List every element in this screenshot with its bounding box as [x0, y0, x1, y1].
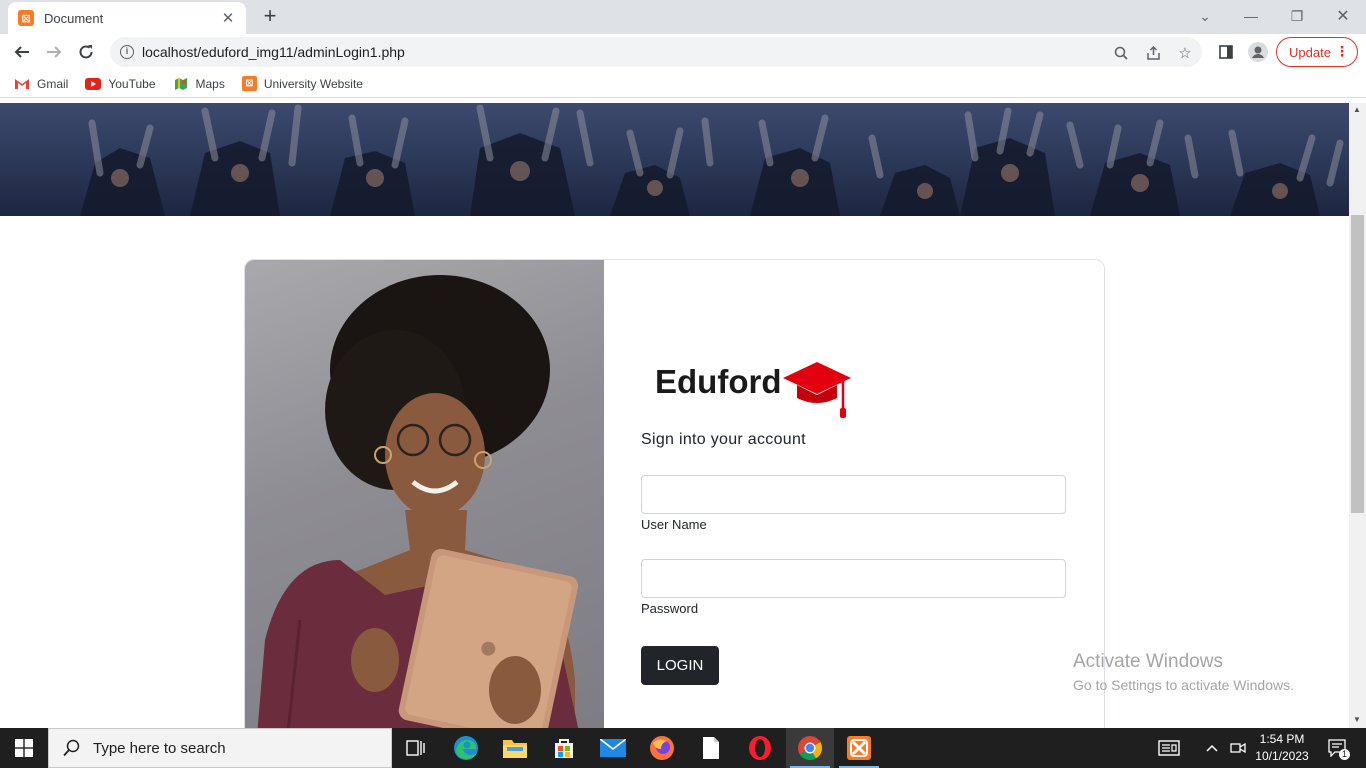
edge-icon	[454, 736, 478, 760]
back-arrow-icon	[14, 46, 29, 58]
mail-app[interactable]	[589, 728, 637, 768]
tab-document[interactable]: ⊠ Document ✕	[8, 2, 246, 34]
info-icon[interactable]: i	[120, 45, 134, 59]
microsoft-store-app[interactable]	[540, 728, 588, 768]
window-close-button[interactable]: ✕	[1320, 0, 1366, 32]
folder-icon	[503, 740, 527, 758]
share-icon[interactable]	[1144, 44, 1162, 62]
reload-button[interactable]	[72, 38, 100, 66]
file-explorer-app[interactable]	[491, 728, 539, 768]
side-panel-icon[interactable]	[1216, 42, 1236, 62]
chevron-up-icon[interactable]	[1202, 728, 1222, 768]
news-widget-icon[interactable]	[1155, 728, 1183, 768]
mail-icon	[600, 739, 626, 757]
brand-name: Eduford	[655, 363, 782, 400]
store-icon	[555, 739, 573, 758]
page-scrollbar[interactable]: ▲ ▼	[1349, 103, 1366, 728]
woman-with-tablet-illustration	[257, 275, 579, 728]
windows-logo-icon	[15, 739, 33, 757]
minimize-button[interactable]: —	[1228, 0, 1274, 32]
scroll-up-arrow-icon[interactable]: ▲	[1353, 105, 1361, 114]
task-view-icon	[406, 740, 425, 756]
meet-now-icon[interactable]	[1228, 728, 1248, 768]
xampp-icon	[847, 736, 871, 760]
xampp-icon: ⊠	[18, 10, 34, 26]
activate-windows-watermark: Activate Windows Go to Settings to activ…	[1073, 651, 1294, 693]
edge-app[interactable]	[442, 728, 490, 768]
more-menu-icon[interactable]: ⋮	[1335, 43, 1349, 60]
bookmark-maps[interactable]: Maps	[173, 77, 225, 91]
student-photo	[245, 260, 604, 728]
tab-search-icon[interactable]: ⌄	[1182, 0, 1228, 32]
bookmarks-bar: Gmail YouTube Maps ⊠ University Website	[0, 70, 1366, 98]
windows-taskbar: Type here to search 1:54 PM 10/1/2023 1	[0, 728, 1366, 768]
firefox-icon	[650, 736, 674, 760]
youtube-icon	[85, 77, 102, 90]
forward-arrow-icon	[47, 46, 62, 58]
bookmark-label: University Website	[263, 76, 363, 91]
profile-avatar[interactable]	[1248, 42, 1268, 62]
graduation-cap-icon	[783, 362, 852, 418]
new-tab-button[interactable]: +	[258, 5, 282, 29]
password-input[interactable]	[641, 559, 1066, 598]
zoom-icon[interactable]	[1112, 44, 1130, 62]
search-placeholder: Type here to search	[93, 739, 226, 757]
login-button[interactable]: LOGIN	[641, 646, 719, 685]
bookmark-label: Maps	[195, 76, 225, 91]
restore-button[interactable]: ❐	[1274, 0, 1320, 32]
update-label: Update	[1289, 44, 1331, 60]
hero-banner-image	[0, 103, 1349, 216]
bookmark-university-website[interactable]: ⊠ University Website	[241, 76, 363, 91]
clock-time: 1:54 PM	[1259, 732, 1305, 746]
bookmark-label: Gmail	[37, 76, 69, 91]
watermark-title: Activate Windows	[1073, 651, 1223, 672]
xampp-icon: ⊠	[241, 76, 257, 91]
url-text[interactable]: localhost/eduford_img11/adminLogin1.php	[142, 44, 405, 60]
taskbar-search[interactable]: Type here to search	[48, 728, 392, 768]
forward-button[interactable]	[40, 38, 68, 66]
bookmark-star-icon[interactable]: ☆	[1176, 44, 1194, 62]
system-clock[interactable]: 1:54 PM 10/1/2023	[1250, 731, 1314, 765]
update-button[interactable]: Update ⋮	[1276, 37, 1358, 67]
page-viewport: Eduford Sign into your account User Name…	[0, 103, 1366, 728]
search-icon	[63, 739, 80, 757]
bookmark-label: YouTube	[108, 76, 156, 91]
sign-in-heading: Sign into your account	[641, 431, 806, 448]
bookmark-youtube[interactable]: YouTube	[85, 76, 156, 91]
opera-icon	[749, 736, 771, 760]
gmail-icon	[14, 77, 30, 91]
notification-count-badge: 1	[1339, 749, 1350, 760]
brand-logo: Eduford	[655, 358, 853, 420]
chrome-icon	[798, 736, 823, 761]
xampp-app[interactable]	[835, 728, 883, 768]
chrome-app[interactable]	[786, 728, 834, 768]
reload-icon	[79, 45, 93, 59]
notification-center-icon[interactable]: 1	[1318, 728, 1358, 768]
scroll-down-arrow-icon[interactable]: ▼	[1353, 715, 1361, 724]
password-label: Password	[641, 601, 699, 616]
back-button[interactable]	[8, 38, 36, 66]
browser-toolbar: i localhost/eduford_img11/adminLogin1.ph…	[0, 34, 1366, 70]
clock-date: 10/1/2023	[1255, 749, 1309, 763]
maps-icon	[173, 77, 189, 91]
tab-title: Document	[44, 10, 104, 26]
opera-app[interactable]	[736, 728, 784, 768]
start-button[interactable]	[0, 728, 48, 768]
close-icon[interactable]: ✕	[220, 9, 236, 27]
bookmark-gmail[interactable]: Gmail	[14, 77, 68, 91]
tab-strip: ⊠ Document ✕ + ⌄ — ❐ ✕	[0, 0, 1366, 34]
task-view-button[interactable]	[392, 728, 440, 768]
graduates-silhouette	[80, 104, 1344, 216]
scroll-thumb[interactable]	[1351, 215, 1364, 513]
firefox-app[interactable]	[638, 728, 686, 768]
watermark-subtitle: Go to Settings to activate Windows.	[1073, 677, 1294, 693]
notepad-app[interactable]	[687, 728, 735, 768]
document-icon	[703, 737, 719, 759]
username-label: User Name	[641, 517, 707, 532]
address-bar[interactable]: i localhost/eduford_img11/adminLogin1.ph…	[110, 37, 1202, 67]
username-input[interactable]	[641, 475, 1066, 514]
login-card: Eduford Sign into your account User Name…	[244, 259, 1105, 728]
